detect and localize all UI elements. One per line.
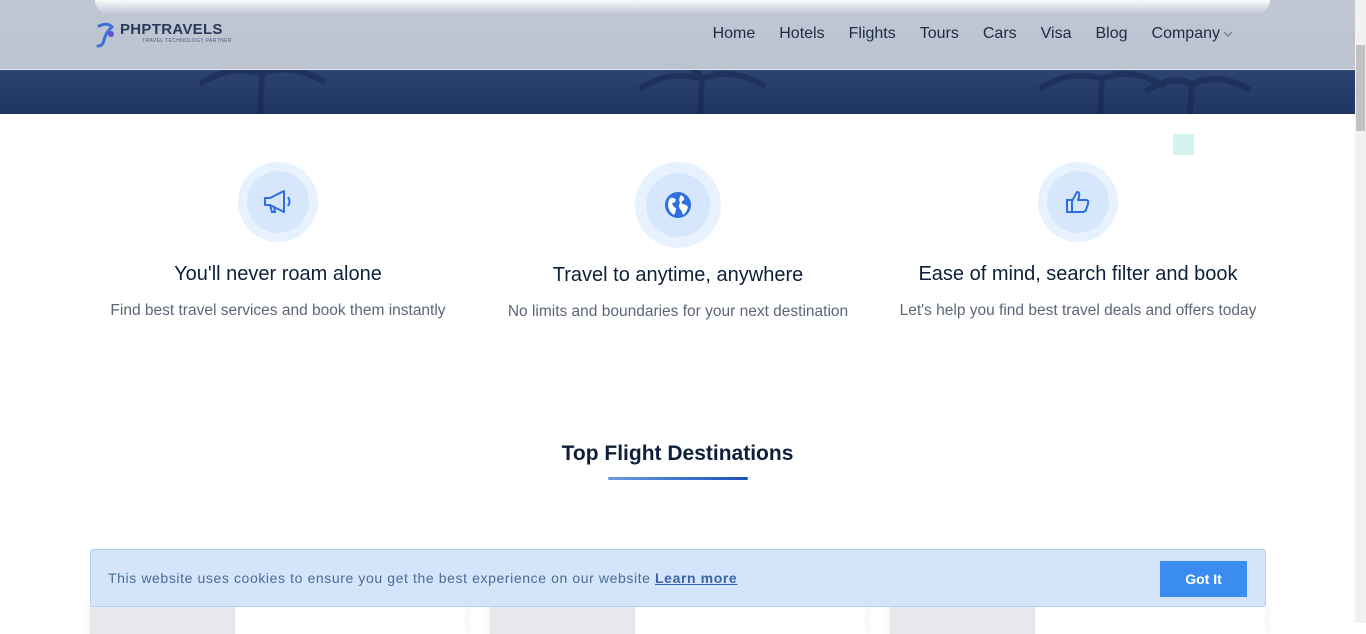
feature-card: You'll never roam alone Find best travel… bbox=[78, 162, 478, 320]
destination-card[interactable] bbox=[890, 604, 1265, 634]
site-logo[interactable]: PHPTRAVELS TRAVEL TECHNOLOGY PARTNER bbox=[96, 22, 232, 48]
nav-item-label: Home bbox=[712, 25, 756, 42]
header-glow bbox=[95, 0, 1270, 14]
thumbs-up-icon bbox=[1066, 191, 1090, 213]
nav-item-flights[interactable]: Flights bbox=[837, 24, 908, 44]
feature-description: Let's help you find best travel deals an… bbox=[899, 302, 1257, 319]
nav-item-tours[interactable]: Tours bbox=[908, 24, 971, 44]
feature-title: Travel to anytime, anywhere bbox=[552, 264, 804, 286]
site-header: PHPTRAVELS TRAVEL TECHNOLOGY PARTNER Hom… bbox=[0, 0, 1355, 70]
nav-item-home[interactable]: Home bbox=[701, 24, 768, 44]
destination-image bbox=[490, 604, 635, 634]
nav-item-label: Tours bbox=[919, 25, 959, 42]
nav-item-hotels[interactable]: Hotels bbox=[767, 24, 836, 44]
section-underline bbox=[608, 477, 748, 480]
destination-image bbox=[90, 604, 235, 634]
destination-card[interactable] bbox=[490, 604, 865, 634]
scrollbar-thumb[interactable] bbox=[1356, 45, 1365, 131]
feature-card: Travel to anytime, anywhere No limits an… bbox=[478, 162, 878, 321]
nav-item-label: Blog bbox=[1095, 25, 1128, 42]
nav-item-label: Cars bbox=[982, 25, 1017, 42]
feature-description: No limits and boundaries for your next d… bbox=[507, 303, 849, 320]
megaphone-icon bbox=[264, 190, 291, 213]
nav-item-label: Visa bbox=[1040, 25, 1072, 42]
nav-item-cars[interactable]: Cars bbox=[971, 24, 1029, 44]
chevron-down-icon bbox=[1223, 31, 1233, 37]
nav-item-company[interactable]: Company bbox=[1140, 24, 1245, 44]
feature-icon-ring bbox=[635, 162, 721, 248]
learn-more-link[interactable]: Learn more bbox=[655, 570, 737, 586]
nav-item-label: Company bbox=[1151, 25, 1220, 42]
scrollbar[interactable] bbox=[1355, 0, 1366, 623]
destination-image bbox=[890, 604, 1035, 634]
section-title: Top Flight Destinations bbox=[561, 442, 794, 465]
main-nav: Home Hotels Flights Tours Cars Visa Blog… bbox=[701, 24, 1245, 44]
feature-title: You'll never roam alone bbox=[174, 263, 382, 285]
feature-card: Ease of mind, search filter and book Let… bbox=[878, 162, 1278, 320]
nav-item-blog[interactable]: Blog bbox=[1083, 24, 1139, 44]
logo-tagline: TRAVEL TECHNOLOGY PARTNER bbox=[142, 38, 232, 44]
feature-icon-ring bbox=[1038, 162, 1118, 242]
nav-item-visa[interactable]: Visa bbox=[1029, 24, 1084, 44]
nav-item-label: Hotels bbox=[779, 25, 825, 42]
nav-item-label: Flights bbox=[848, 25, 896, 42]
destination-card[interactable] bbox=[90, 604, 465, 634]
cookie-message: This website uses cookies to ensure you … bbox=[108, 570, 651, 586]
logo-title: PHPTRAVELS bbox=[120, 21, 223, 38]
decorative-square bbox=[1173, 134, 1194, 155]
feature-title: Ease of mind, search filter and book bbox=[918, 263, 1238, 285]
feature-icon-ring bbox=[238, 162, 318, 242]
cookie-text: This website uses cookies to ensure you … bbox=[108, 570, 737, 586]
logo-icon bbox=[96, 22, 115, 48]
got-it-button[interactable]: Got It bbox=[1160, 561, 1247, 597]
cookie-banner: This website uses cookies to ensure you … bbox=[90, 549, 1266, 607]
globe-icon bbox=[665, 192, 691, 218]
feature-description: Find best travel services and book them … bbox=[110, 302, 446, 319]
